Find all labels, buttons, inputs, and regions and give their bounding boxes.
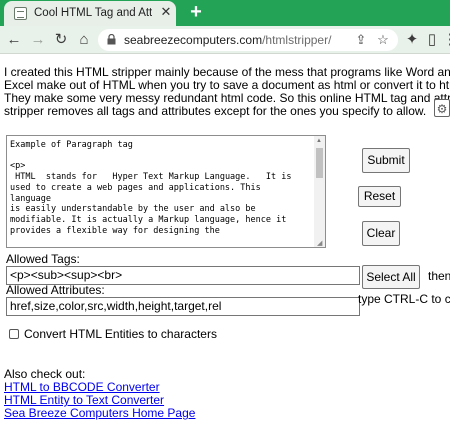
clear-button[interactable]: Clear — [362, 221, 400, 246]
extensions-puzzle-icon[interactable]: ✦ — [402, 30, 422, 50]
bookmark-star-icon[interactable]: ☆ — [374, 31, 392, 49]
scroll-up-icon[interactable]: ▲ — [316, 138, 322, 144]
textarea-scrollbar[interactable]: ▲ — [314, 136, 325, 247]
select-all-button[interactable]: Select All — [362, 265, 420, 289]
intro-line: stripper removes all tags and attributes… — [4, 104, 427, 118]
scrollbar-thumb[interactable] — [316, 148, 323, 178]
address-bar[interactable]: seabreezecomputers.com/htmlstripper/ ⇪ ☆ — [98, 29, 398, 51]
resize-handle-icon[interactable]: ◢ — [317, 239, 324, 247]
select-all-hint: then — [428, 269, 450, 283]
tab-strip: Cool HTML Tag and Attribute Onl ✕ + — [0, 0, 450, 26]
submit-button[interactable]: Submit — [362, 148, 410, 173]
copy-hint: type CTRL-C to c — [358, 292, 450, 306]
intro-paragraph: I created this HTML stripper mainly beca… — [4, 66, 450, 118]
browser-toolbar: ← → ↻ ⌂ seabreezecomputers.com/htmlstrip… — [0, 26, 450, 54]
menu-icon[interactable]: ⋮ — [440, 30, 450, 50]
new-tab-icon[interactable]: + — [186, 2, 206, 22]
convert-entities-label: Convert HTML Entities to characters — [24, 327, 217, 341]
share-icon[interactable]: ⇪ — [352, 31, 370, 49]
allowed-attributes-label: Allowed Attributes: — [6, 283, 105, 297]
browser-tab[interactable]: Cool HTML Tag and Attribute Onl ✕ — [4, 1, 176, 26]
allowed-attributes-input[interactable]: href,size,color,src,width,height,target,… — [6, 297, 360, 316]
close-tab-icon[interactable]: ✕ — [158, 4, 174, 20]
home-icon[interactable]: ⌂ — [74, 30, 94, 50]
page-favicon-icon — [14, 7, 27, 20]
url-text: seabreezecomputers.com/htmlstripper/ — [124, 33, 332, 47]
side-panel-icon[interactable]: ▯ — [422, 30, 442, 50]
lock-icon — [107, 34, 116, 45]
reload-icon[interactable]: ↻ — [51, 30, 71, 50]
link-home-page[interactable]: Sea Breeze Computers Home Page — [4, 407, 195, 420]
forward-arrow-icon[interactable]: → — [28, 30, 48, 50]
html-input-text: Example of Paragraph tag <p> HTML stands… — [10, 140, 292, 236]
tab-title: Cool HTML Tag and Attribute Onl — [34, 7, 152, 19]
back-arrow-icon[interactable]: ← — [4, 30, 24, 50]
gear-icon[interactable]: ⚙ — [434, 99, 450, 117]
html-input-textarea[interactable]: Example of Paragraph tag <p> HTML stands… — [6, 135, 326, 248]
reset-button[interactable]: Reset — [358, 186, 401, 207]
convert-entities-checkbox[interactable] — [9, 329, 19, 339]
allowed-tags-label: Allowed Tags: — [6, 252, 80, 266]
